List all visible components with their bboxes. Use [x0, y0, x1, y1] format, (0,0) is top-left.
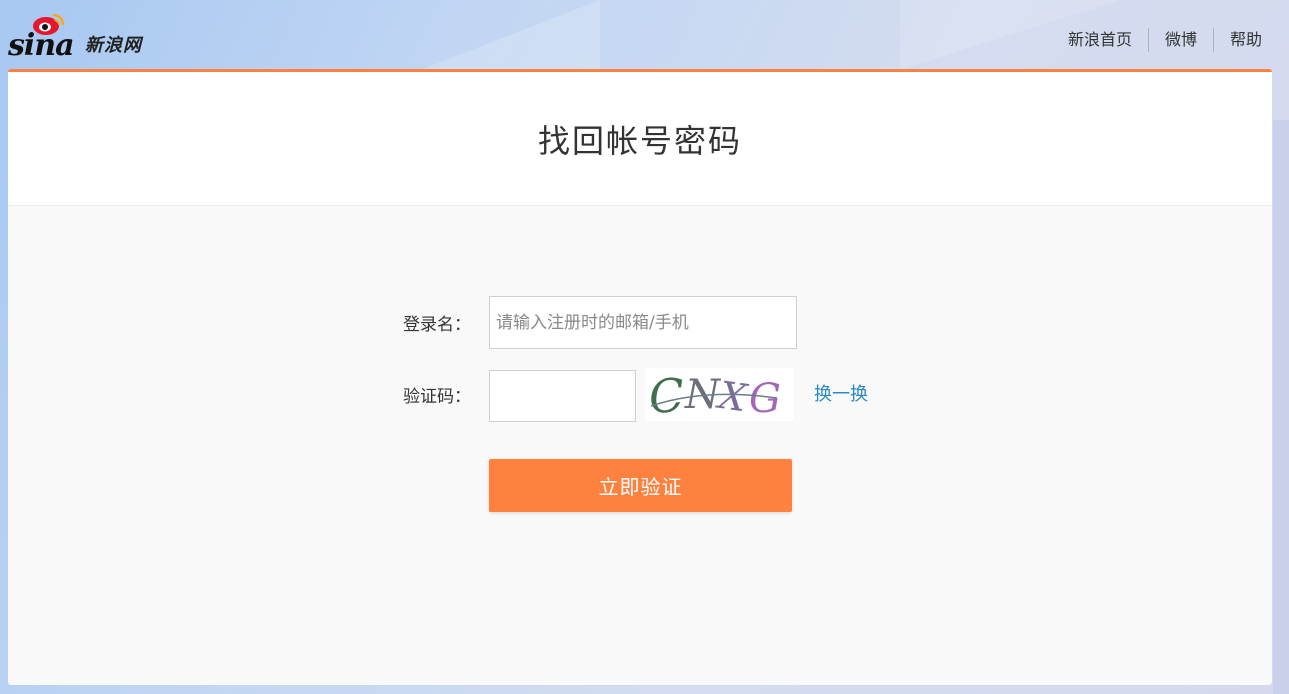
login-name-label: 登录名： — [403, 315, 471, 335]
nav-link-weibo[interactable]: 微博 — [1147, 28, 1213, 52]
card-header: 找回帐号密码 — [8, 72, 1272, 206]
login-name-input[interactable] — [489, 296, 797, 349]
verify-button[interactable]: 立即验证 — [489, 459, 792, 512]
svg-text:C: C — [647, 368, 686, 421]
captcha-image[interactable]: C N X G — [645, 368, 794, 421]
page-title: 找回帐号密码 — [537, 121, 742, 160]
recover-password-card: 找回帐号密码 登录名： 验证码： C N X G 换一换 立即验证 — [8, 69, 1272, 685]
top-nav: 新浪首页 微博 帮助 — [1052, 28, 1262, 52]
refresh-captcha-link[interactable]: 换一换 — [814, 384, 868, 406]
logo-chinese-name: 新浪网 — [85, 35, 142, 56]
background-shape — [1273, 120, 1289, 694]
background-shape — [420, 0, 600, 70]
logo-wordmark: sina — [8, 28, 75, 63]
nav-link-sina-home[interactable]: 新浪首页 — [1052, 28, 1148, 52]
nav-link-help[interactable]: 帮助 — [1212, 28, 1262, 52]
sina-logo[interactable]: sina 新浪网 — [8, 12, 160, 64]
captcha-label: 验证码： — [403, 387, 471, 407]
captcha-input[interactable] — [489, 370, 636, 422]
